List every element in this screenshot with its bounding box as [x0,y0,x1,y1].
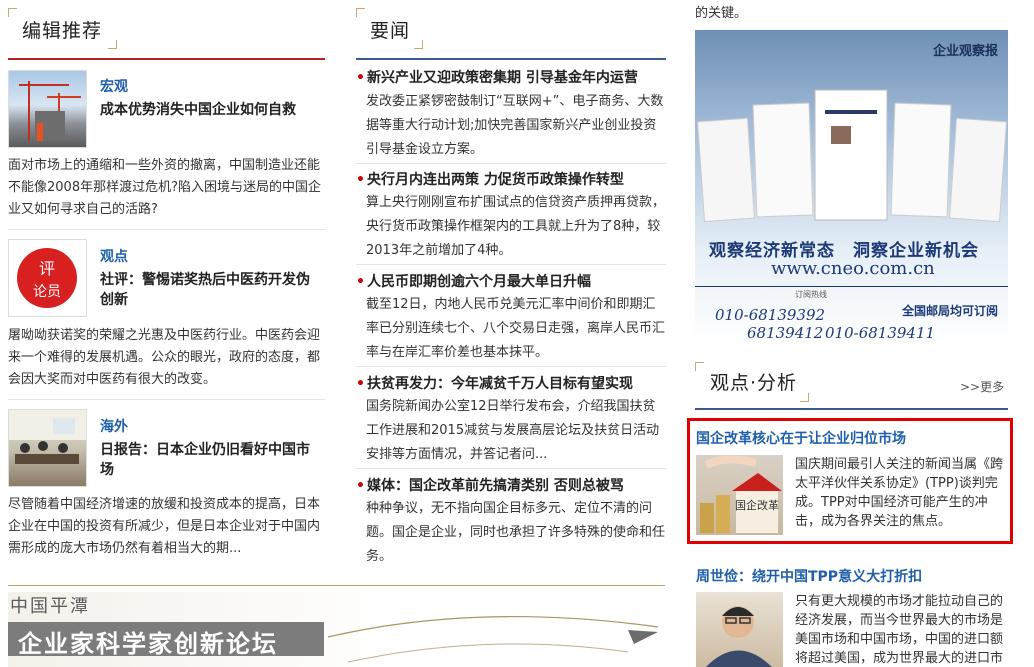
section-title-editor-picks: 编辑推荐 [22,20,103,42]
corner-decoration [108,40,117,49]
house-coins-icon: 国企改革 [700,455,782,533]
article-headline[interactable]: 日报告：日本企业仍旧看好中国市场 [100,440,322,480]
meeting-icon [9,410,86,464]
svg-text:论员: 论员 [33,284,61,300]
feature-thumbnail-soe-reform[interactable]: 国企改革 [696,455,783,535]
divider [356,163,666,164]
article-summary: 面对市场上的通缩和一些外资的撤离，中国制造业还能不能像2008年那样渡过危机?陷… [8,158,321,217]
bullet-icon: • [356,70,365,86]
feature-text: 国庆期间最引人关注的新闻当属《跨太平洋伙伴关系协定》(TPP)谈判完成。TPP对… [795,457,1004,529]
svg-text:国企改革: 国企改革 [735,498,779,512]
ad-rule [695,286,1008,287]
feature-text: 只有更大规模的市场才能拉动自己的经济发展，而当今世界最大的市场是美国市场和中国市… [795,594,1004,666]
arrow-decoration-icon [328,615,659,663]
svg-text:评: 评 [39,259,55,278]
news-body: 截至12日，内地人民币兑美元汇率中间价和即期汇率已分别连续七个、八个交易日走强，… [366,297,666,360]
news-title[interactable]: • 扶贫再发力：今年减贫千万人目标有望实现 [356,374,666,394]
section-rule [356,58,666,60]
corner-decoration [356,8,365,17]
forum-banner[interactable]: 中国平潭 企业家科学家创新论坛 [8,592,665,667]
forum-title-band: 企业家科学家创新论坛 [8,622,324,658]
article-category-overseas[interactable]: 海外 [100,416,128,436]
seal-stamp-icon: 评 论员 [17,248,77,308]
divider [356,264,666,265]
feature-title[interactable]: 周世俭：绕开中国TPP意义大打折扣 [696,566,922,586]
newspaper-ad-banner[interactable]: 企业观察报 观察经济新常态 洞察企业新机会 www.cneo.com.cn 订阅… [695,30,1008,344]
article-category-macro[interactable]: 宏观 [100,76,128,96]
article-thumbnail-commentator[interactable]: 评 论员 [8,239,87,317]
crane-icon [19,81,81,141]
bullet-icon: • [356,478,365,494]
newspapers-icon [697,89,1007,223]
news-title[interactable]: • 央行月内连出两策 力促货币政策操作转型 [356,170,666,190]
divider [356,468,666,469]
article-thumbnail-meeting[interactable] [8,409,87,487]
ad-phone: 010-68139392 [715,306,826,324]
corner-decoration [695,362,704,371]
divider [356,366,666,367]
article-summary: 屠呦呦获诺奖的荣耀之光惠及中医药行业。中医药会迎来一个难得的发展机遇。公众的眼光… [8,328,321,387]
article-thumbnail-construction[interactable] [8,70,87,148]
ad-phone: 68139412 [747,324,824,342]
section-title-headlines: 要闻 [370,20,411,42]
news-body: 算上央行刚刚宣布扩围试点的信贷资产质押再贷款，央行货币政策操作框架内的工具就上升… [366,195,666,258]
forum-org: 中国平潭 [10,596,90,617]
section-rule [8,58,325,60]
divider [8,229,325,230]
feature-thumbnail-portrait[interactable] [696,592,783,667]
bullet-icon: • [356,172,365,188]
bullet-icon: • [356,376,365,392]
banner-top-rule [8,585,665,586]
bullet-icon: • [356,274,365,290]
ad-logo: 企业观察报 [932,44,998,59]
news-body: 发改委正紧锣密鼓制订“互联网+”、电子商务、大数据等重大行动计划;加快完善国家新… [366,94,664,157]
corner-decoration [8,8,17,17]
news-title[interactable]: • 媒体：国企改革前先搞清类别 否则总被骂 [356,476,666,496]
continued-text: 的关键。 [695,6,748,21]
article-headline[interactable]: 社评：警惕诺奖热后中医药开发伪创新 [100,270,322,310]
forum-title: 企业家科学家创新论坛 [18,630,278,658]
person-portrait-icon [706,606,772,667]
divider [8,399,325,400]
ad-subscribe-note: 全国邮局均可订阅 [901,304,998,318]
article-headline[interactable]: 成本优势消失中国企业如何自救 [100,100,320,120]
news-title[interactable]: • 人民币即期创逾六个月最大单日升幅 [356,272,666,292]
ad-url: www.cneo.com.cn [771,258,935,279]
news-title[interactable]: • 新兴产业又迎政策密集期 引导基金年内运营 [356,68,666,88]
ad-phone: 010-68139411 [825,324,936,342]
news-body: 种种争议，无不指向国企目标多元、定位不清的问题。国企是企业，同时也承担了许多特殊… [366,501,666,564]
corner-decoration [414,40,423,49]
section-rule [695,408,1008,410]
article-summary: 尽管随着中国经济增速的放缓和投资成本的提高，日本企业在中国的投资有所减少，但是日… [8,497,321,556]
news-body: 国务院新闻办公室12日举行发布会，介绍我国扶贫工作进展和2015减贫与发展高层论… [366,399,660,462]
section-title-opinion: 观点·分析 [710,372,798,394]
ad-small-label: 订阅热线 [795,290,827,299]
article-category-opinion[interactable]: 观点 [100,246,128,266]
corner-decoration [800,393,809,402]
more-link[interactable]: >>更多 [960,378,1004,395]
feature-title[interactable]: 国企改革核心在于让企业归位市场 [696,428,906,448]
